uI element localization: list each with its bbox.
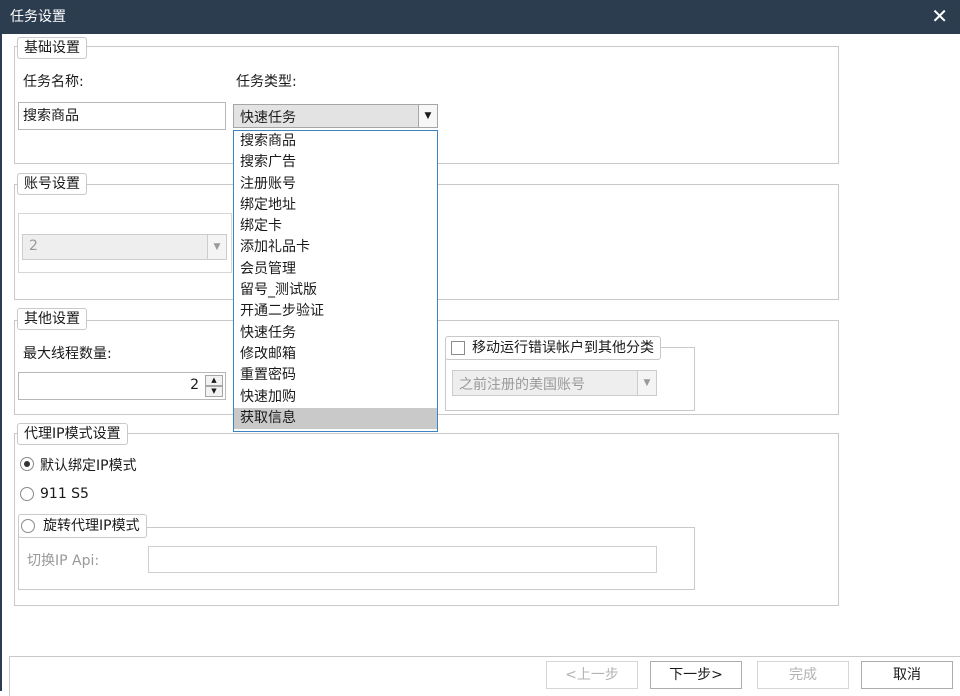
task-type-option[interactable]: 快速任务 [234, 323, 437, 344]
max-threads-value: 2 [190, 377, 199, 393]
task-type-value: 快速任务 [240, 110, 296, 126]
close-icon[interactable]: ✕ [931, 4, 948, 28]
task-type-option[interactable]: 绑定卡 [234, 216, 437, 237]
radio-rotate-proxy[interactable] [21, 519, 35, 533]
task-name-input[interactable]: 搜索商品 [18, 102, 226, 130]
account-settings-legend: 账号设置 [17, 173, 87, 195]
switch-api-label: 切换IP Api: [27, 553, 100, 569]
task-type-dropdown-list: 搜索商品 搜索广告 注册账号 绑定地址 绑定卡 添加礼品卡 会员管理 留号_测试… [233, 130, 438, 432]
basic-settings-legend: 基础设置 [17, 37, 87, 59]
chevron-down-icon[interactable]: ▼ [207, 235, 226, 259]
task-type-option[interactable]: 开通二步验证 [234, 301, 437, 322]
prev-button[interactable]: <上一步 [546, 661, 638, 689]
radio-911-s5[interactable] [20, 487, 34, 501]
task-type-option-highlighted[interactable]: 获取信息 [234, 407, 437, 430]
account-select[interactable]: 2 ▼ [22, 234, 227, 260]
task-type-option[interactable]: 快速加购 [234, 387, 437, 408]
max-threads-label: 最大线程数量: [23, 346, 112, 362]
task-type-option[interactable]: 修改邮箱 [234, 344, 437, 365]
cancel-button[interactable]: 取消 [861, 661, 953, 689]
task-type-label: 任务类型: [236, 74, 297, 90]
next-button[interactable]: 下一步> [650, 661, 742, 689]
window-border [0, 34, 2, 691]
task-type-option[interactable]: 会员管理 [234, 259, 437, 280]
task-type-option[interactable]: 留号_测试版 [234, 280, 437, 301]
stepper-buttons: ▲ ▼ [205, 375, 223, 397]
spin-down-icon[interactable]: ▼ [205, 386, 223, 397]
task-type-option[interactable]: 重置密码 [234, 365, 437, 386]
window-title: 任务设置 [10, 9, 66, 25]
switch-api-input[interactable] [148, 546, 657, 573]
radio-default-bind-ip[interactable] [20, 457, 34, 471]
proxy-settings-legend: 代理IP模式设置 [17, 423, 128, 445]
task-type-option[interactable]: 绑定地址 [234, 195, 437, 216]
other-settings-legend: 其他设置 [17, 308, 87, 330]
chevron-down-icon[interactable]: ▼ [637, 371, 656, 395]
911-s5-label[interactable]: 911 S5 [40, 486, 89, 502]
task-type-option[interactable]: 注册账号 [234, 174, 437, 195]
move-error-checkbox[interactable] [451, 341, 465, 355]
task-type-option[interactable]: 搜索广告 [234, 152, 437, 173]
chevron-down-icon[interactable]: ▼ [418, 105, 437, 127]
title-bar: 任务设置 ✕ [0, 0, 960, 34]
category-select[interactable]: 之前注册的美国账号 ▼ [452, 370, 657, 396]
move-error-label: 移动运行错误帐户到其他分类 [472, 340, 654, 356]
account-select-value: 2 [29, 238, 38, 254]
rotate-proxy-legend: 旋转代理IP模式 [18, 514, 147, 538]
max-threads-stepper[interactable]: 2 ▲ ▼ [18, 372, 226, 400]
task-type-select[interactable]: 快速任务 ▼ [233, 104, 438, 128]
task-name-label: 任务名称: [23, 74, 84, 90]
task-type-option[interactable]: 搜索商品 [234, 131, 437, 152]
default-bind-ip-label[interactable]: 默认绑定IP模式 [40, 455, 137, 475]
finish-button[interactable]: 完成 [757, 661, 849, 689]
category-select-value: 之前注册的美国账号 [459, 377, 585, 393]
rotate-proxy-label[interactable]: 旋转代理IP模式 [43, 518, 140, 534]
task-type-option[interactable]: 添加礼品卡 [234, 237, 437, 258]
move-error-legend: 移动运行错误帐户到其他分类 [445, 336, 661, 360]
spin-up-icon[interactable]: ▲ [205, 375, 223, 386]
